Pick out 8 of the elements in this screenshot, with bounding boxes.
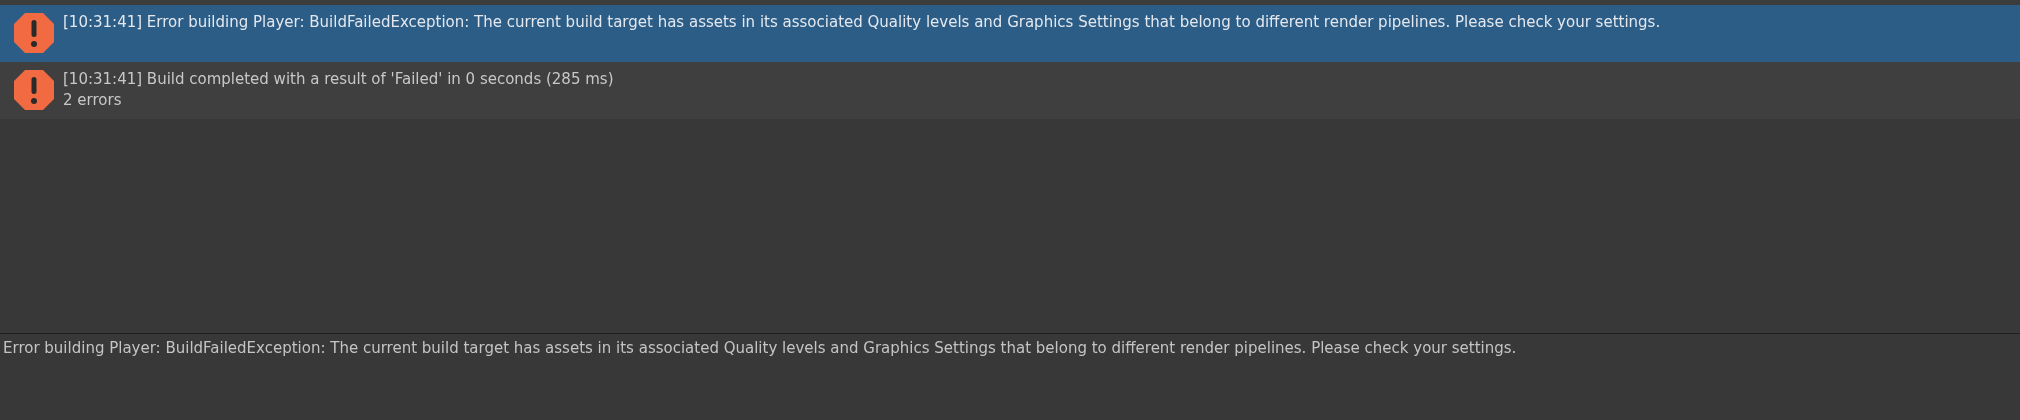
log-message: 2 errors <box>63 90 123 111</box>
error-icon <box>13 12 55 54</box>
log-entry[interactable] <box>0 5 2020 62</box>
log-entry[interactable]: [10:31:41] Build completed with a result of 'Failed' in 0 seconds (285 ms) 2 errors <box>0 62 2020 119</box>
detail-message: Error building Player: BuildFailedException: The current build target has assets in its associated Quality levels and Graphics Settings that belong to different render pipelines. Please check your settings. <box>3 339 1517 357</box>
log-message: [10:31:41] Error building Player: BuildFailedException: The current build target has assets in its associated Quality levels and Graphics Settings that belong to different render pipelines. Please check your settings. <box>63 12 1661 33</box>
log-message: [10:31:41] Build completed with a result of 'Failed' in 0 seconds (285 ms) <box>63 69 614 90</box>
error-icon <box>13 69 55 111</box>
